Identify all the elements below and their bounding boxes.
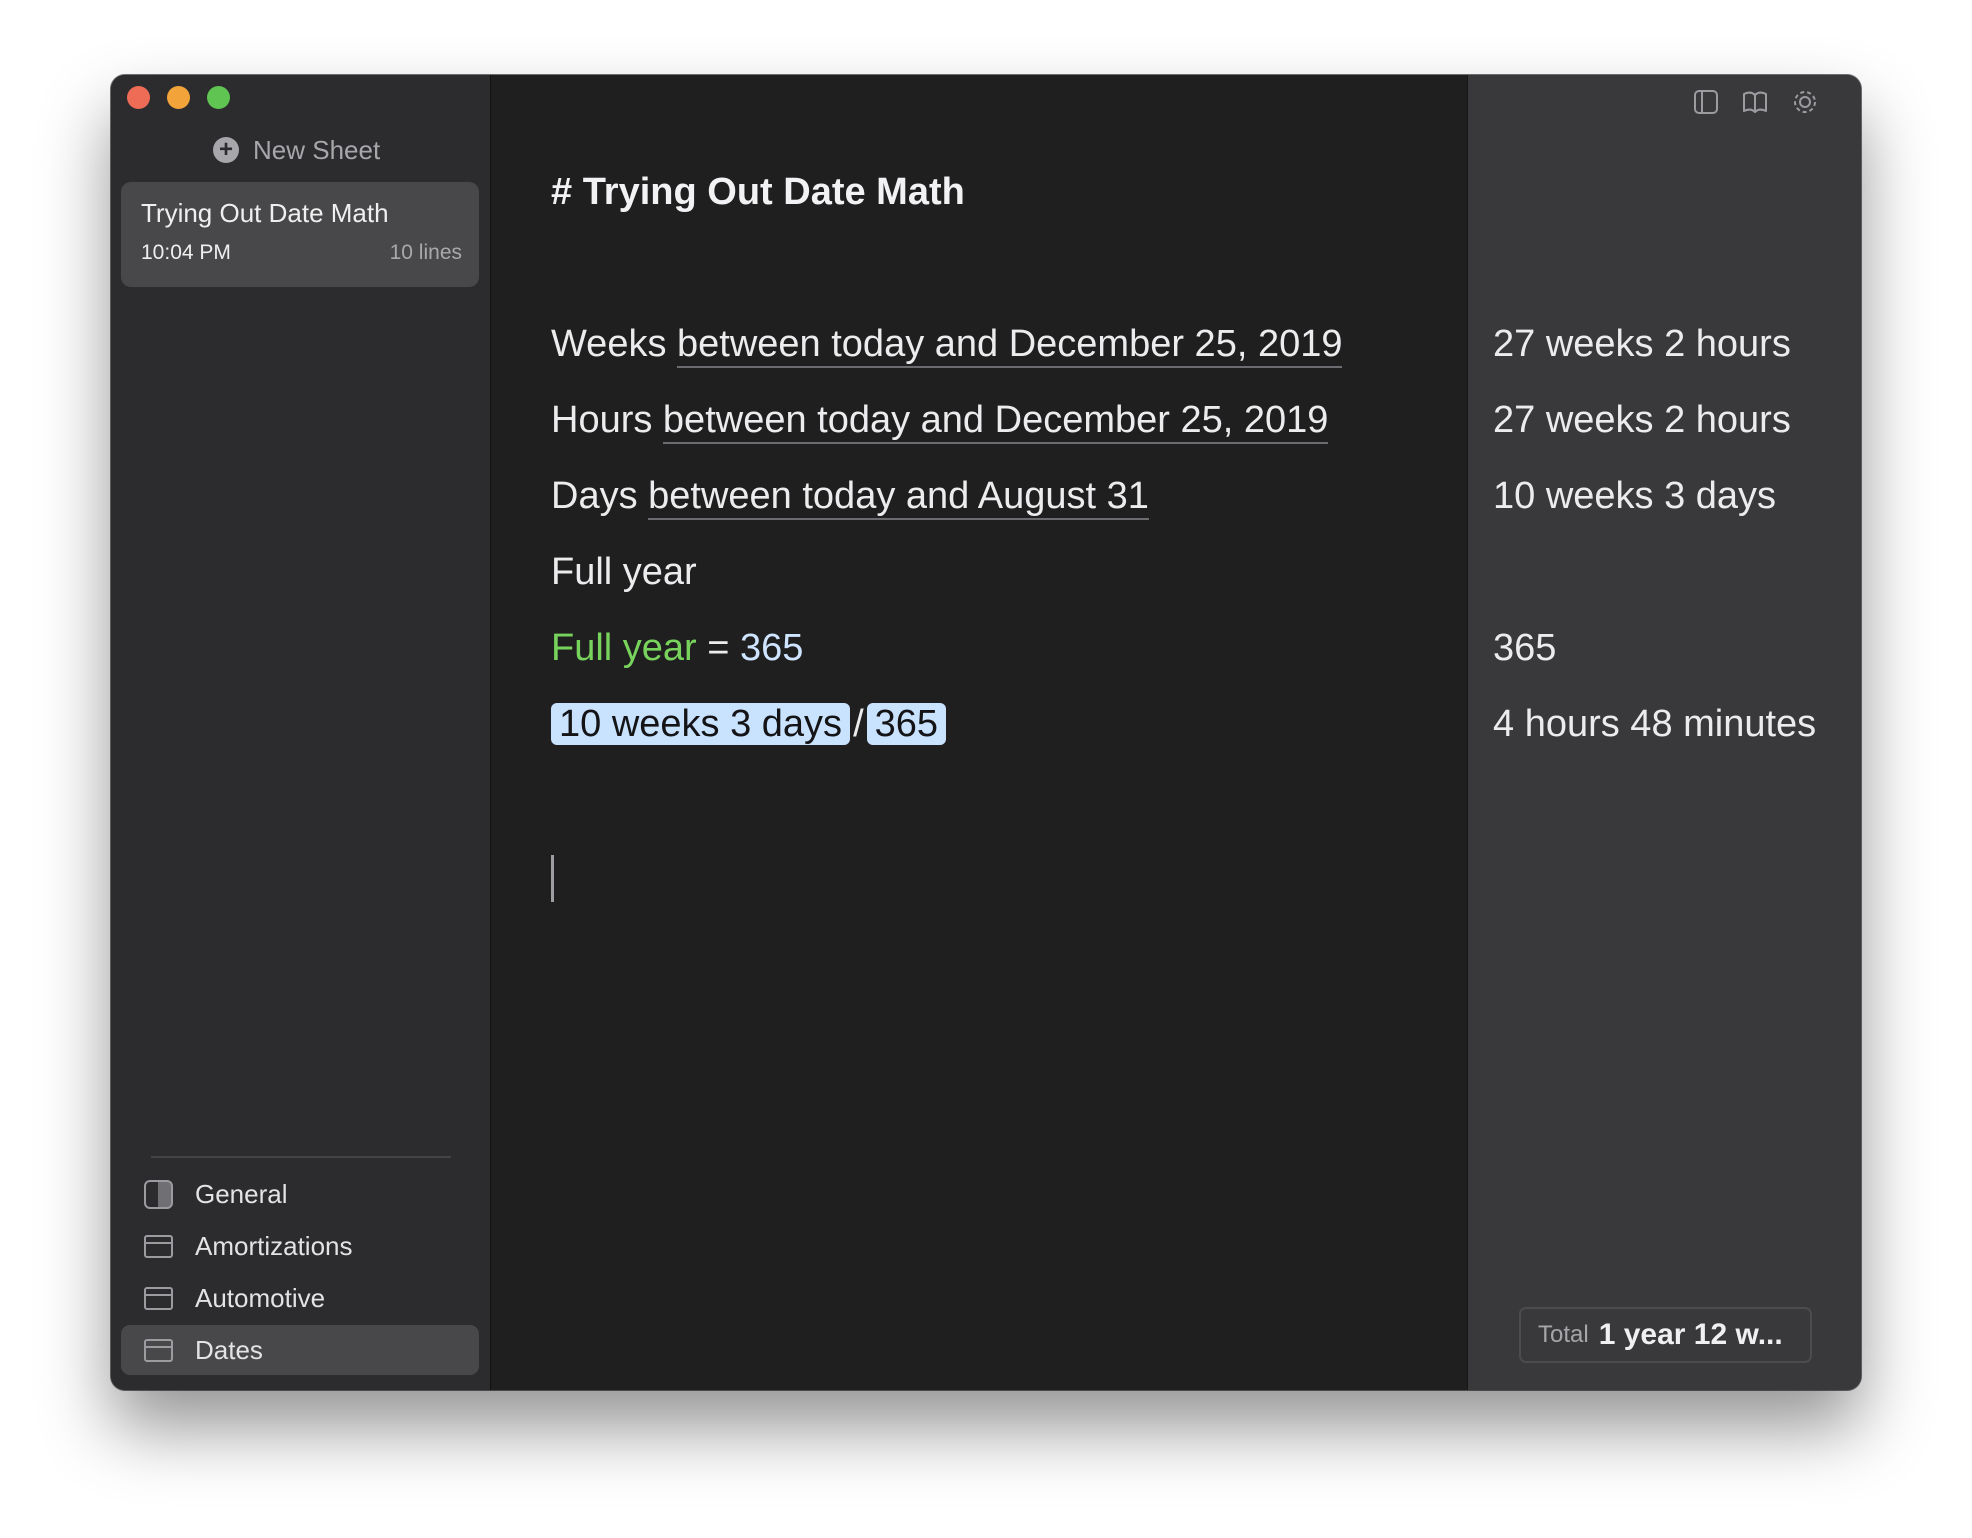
line-text: Full year	[551, 551, 697, 593]
date-expression: between today and December 25, 2019	[662, 399, 1329, 444]
new-sheet-button[interactable]: + New Sheet	[213, 131, 380, 169]
result-value: 4 hours 48 minutes	[1493, 703, 1817, 745]
total-value: 1 year 12 w...	[1598, 1318, 1783, 1351]
zoom-button[interactable]	[207, 86, 230, 109]
line-reference-token[interactable]: 10 weeks 3 days	[551, 703, 851, 745]
editor-line: Full year = 365	[551, 627, 803, 670]
total-badge[interactable]: Total 1 year 12 w...	[1519, 1307, 1812, 1363]
gear-icon[interactable]	[1791, 88, 1819, 116]
text-caret	[551, 855, 554, 902]
sidebar-toggle-icon[interactable]	[1692, 88, 1720, 116]
sidebar: + New Sheet Trying Out Date Math 10:04 P…	[111, 75, 491, 1390]
operator: /	[853, 703, 864, 745]
line-text: Days	[551, 475, 649, 517]
editor-line: Weeks between today and December 25, 201…	[551, 323, 1343, 368]
app-window: + New Sheet Trying Out Date Math 10:04 P…	[111, 75, 1861, 1390]
sidebar-item-label: Amortizations	[195, 1230, 353, 1261]
general-icon	[144, 1179, 173, 1209]
sheet-line-count: 10 lines	[389, 241, 462, 264]
folder-icon	[144, 1234, 173, 1258]
sidebar-item-label: General	[195, 1178, 288, 1209]
line-text: Weeks	[551, 323, 678, 365]
result-value: 27 weeks 2 hours	[1493, 323, 1791, 365]
variable-name: Full year	[551, 627, 697, 669]
editor-line: Hours between today and December 25, 201…	[551, 399, 1329, 444]
total-label: Total	[1538, 1321, 1589, 1348]
sidebar-item-dates[interactable]: Dates	[121, 1325, 479, 1375]
sidebar-item-amortizations[interactable]: Amortizations	[121, 1221, 479, 1271]
line-reference-token[interactable]: 365	[866, 703, 947, 745]
sidebar-divider	[151, 1156, 451, 1158]
result-value: 10 weeks 3 days	[1493, 475, 1777, 517]
result-value: 365	[1493, 627, 1557, 669]
sidebar-item-automotive[interactable]: Automotive	[121, 1273, 479, 1323]
sheet-heading: # Trying Out Date Math	[551, 171, 965, 213]
result-value: 27 weeks 2 hours	[1493, 399, 1791, 441]
editor-line: Days between today and August 31	[551, 475, 1149, 520]
sidebar-item-label: Dates	[195, 1334, 263, 1365]
editor[interactable]: # Trying Out Date Math Weeks between tod…	[491, 75, 1466, 1390]
operator: =	[696, 627, 741, 669]
sheet-title: Trying Out Date Math	[141, 198, 389, 228]
sheet-item[interactable]: Trying Out Date Math 10:04 PM 10 lines	[121, 182, 479, 287]
folder-icon	[144, 1338, 173, 1362]
folder-icon	[144, 1286, 173, 1310]
results-panel: 27 weeks 2 hours 27 weeks 2 hours 10 wee…	[1467, 75, 1861, 1390]
sidebar-item-general[interactable]: General	[121, 1169, 479, 1219]
new-sheet-label: New Sheet	[253, 134, 381, 165]
editor-line: 10 weeks 3 days/365	[551, 703, 947, 746]
number-value: 365	[740, 627, 804, 669]
sheet-time: 10:04 PM	[141, 241, 231, 264]
plus-icon: +	[213, 137, 239, 163]
line-text: Hours	[551, 399, 663, 441]
editor-line: Full year	[551, 551, 697, 594]
book-icon[interactable]	[1741, 88, 1769, 116]
close-button[interactable]	[127, 86, 150, 109]
minimize-button[interactable]	[167, 86, 190, 109]
sidebar-item-label: Automotive	[195, 1282, 326, 1313]
date-expression: between today and August 31	[648, 475, 1149, 520]
date-expression: between today and December 25, 2019	[677, 323, 1343, 368]
